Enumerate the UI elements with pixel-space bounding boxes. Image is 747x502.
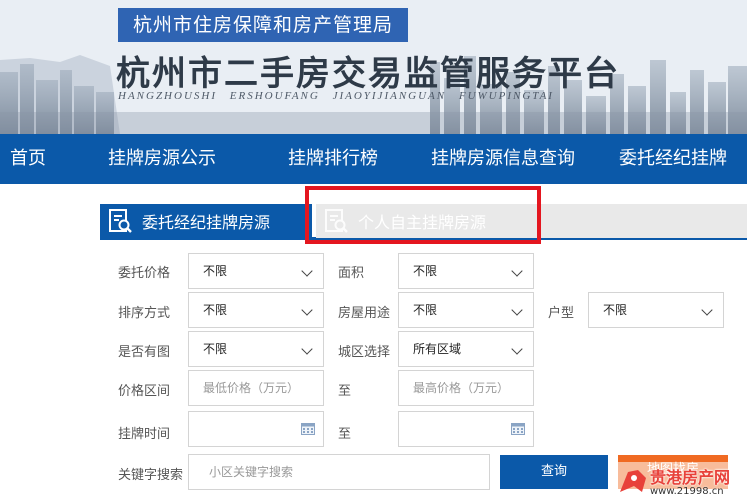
district-label: 城区选择 — [338, 345, 391, 360]
chevron-down-icon — [301, 265, 313, 277]
price-max-field[interactable] — [398, 370, 534, 406]
calendar-icon[interactable] — [511, 423, 525, 435]
nav-item-listing-query[interactable]: 挂牌房源信息查询 — [431, 134, 575, 184]
search-button[interactable]: 查询 — [500, 455, 608, 489]
to-label: 至 — [338, 384, 352, 399]
header-banner: 杭州市住房保障和房产管理局 杭州市二手房交易监管服务平台 HANGZHOUSHI… — [0, 0, 747, 134]
usage-select[interactable]: 不限 — [398, 292, 534, 328]
chevron-down-icon — [301, 343, 313, 355]
tab-agency-listings[interactable]: 委托经纪挂牌房源 — [100, 204, 312, 238]
listing-time-label: 挂牌时间 — [118, 427, 171, 442]
tab-agency-label: 委托经纪挂牌房源 — [142, 213, 271, 232]
layout-label: 户型 — [548, 306, 575, 321]
red-highlight-box — [305, 186, 541, 244]
main-nav: 首页 挂牌房源公示 挂牌排行榜 挂牌房源信息查询 委托经纪挂牌 — [0, 134, 747, 184]
to-label: 至 — [338, 427, 352, 442]
nav-item-ranking[interactable]: 挂牌排行榜 — [288, 134, 378, 184]
price-range-label: 价格区间 — [118, 384, 171, 399]
watermark-url: www.21998.cn — [650, 486, 724, 497]
price-min-input[interactable] — [203, 372, 323, 404]
area-label: 面积 — [338, 266, 365, 281]
bureau-badge: 杭州市住房保障和房产管理局 — [118, 8, 408, 42]
watermark-brand: 贵港房产网 — [650, 468, 731, 487]
price-label: 委托价格 — [118, 266, 171, 281]
platform-title: 杭州市二手房交易监管服务平台 — [116, 54, 620, 94]
nav-item-listing-public[interactable]: 挂牌房源公示 — [108, 134, 216, 184]
chevron-down-icon — [301, 304, 313, 316]
keyword-label: 关键字搜索 — [118, 468, 184, 483]
area-select[interactable]: 不限 — [398, 253, 534, 289]
chevron-down-icon — [511, 304, 523, 316]
layout-select[interactable]: 不限 — [588, 292, 724, 328]
usage-label: 房屋用途 — [338, 306, 391, 321]
image-label: 是否有图 — [118, 345, 171, 360]
keyword-field[interactable] — [188, 454, 490, 490]
chevron-down-icon — [701, 304, 713, 316]
keyword-input[interactable] — [203, 456, 489, 488]
nav-item-agency-listing[interactable]: 委托经纪挂牌 — [619, 134, 727, 184]
district-select[interactable]: 所有区域 — [398, 331, 534, 367]
price-min-field[interactable] — [188, 370, 324, 406]
listing-time-start-field[interactable] — [188, 411, 324, 447]
sort-label: 排序方式 — [118, 306, 171, 321]
chevron-down-icon — [511, 265, 523, 277]
calendar-icon[interactable] — [301, 423, 315, 435]
platform-pinyin: HANGZHOUSHI ERSHOUFANG JIAOYIJIANGUAN FU… — [118, 90, 554, 102]
price-select[interactable]: 不限 — [188, 253, 324, 289]
sort-select[interactable]: 不限 — [188, 292, 324, 328]
image-select[interactable]: 不限 — [188, 331, 324, 367]
document-search-icon — [109, 209, 132, 233]
chevron-down-icon — [511, 343, 523, 355]
price-max-input[interactable] — [413, 372, 533, 404]
nav-item-home[interactable]: 首页 — [10, 134, 46, 184]
listing-time-end-field[interactable] — [398, 411, 534, 447]
